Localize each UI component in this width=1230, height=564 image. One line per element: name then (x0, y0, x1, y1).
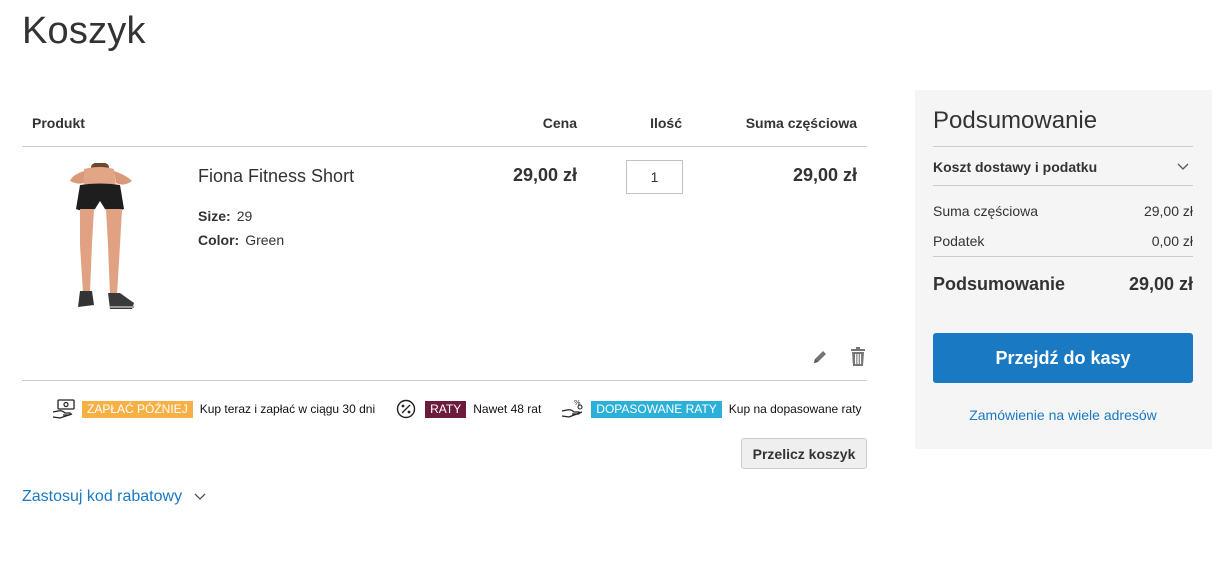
cart-table: Produkt Cena Ilość Suma częściowa Fiona … (22, 100, 867, 381)
cart-table-header: Produkt Cena Ilość Suma częściowa (22, 100, 867, 147)
chevron-down-icon (194, 493, 206, 500)
header-product: Produkt (32, 115, 85, 131)
summary-title: Podsumowanie (933, 107, 1098, 134)
option-value: Green (245, 232, 285, 248)
svg-text:%: % (574, 399, 581, 407)
apply-discount-link[interactable]: Zastosuj kod rabatowy (22, 488, 206, 506)
cart-item: Fiona Fitness Short Size: 29 Color: Green … (22, 147, 867, 381)
page-title: Koszyk (22, 10, 146, 52)
header-subtotal: Suma częściowa (745, 115, 857, 131)
shipping-tax-toggle[interactable]: Koszt dostawy i podatku (933, 146, 1193, 186)
summary-subtotal-row: Suma częściowa 29,00 zł (933, 203, 1193, 219)
summary-total-row: Podsumowanie 29,00 zł (933, 274, 1193, 295)
option-value: 29 (236, 208, 253, 224)
summary-subtotal-value: 29,00 zł (1143, 203, 1193, 219)
product-option-color: Color: Green (198, 232, 284, 248)
quantity-input[interactable] (626, 160, 683, 194)
multi-address-checkout-link[interactable]: Zamówienie na wiele adresów (933, 407, 1193, 423)
percent-icon (396, 399, 416, 419)
shipping-tax-label: Koszt dostawy i podatku (933, 159, 1098, 175)
discount-link-label[interactable]: Zastosuj kod rabatowy (22, 488, 182, 506)
fitted-installments-text: Kup na dopasowane raty (728, 402, 862, 416)
summary-divider (933, 256, 1193, 257)
product-name[interactable]: Fiona Fitness Short (198, 166, 354, 187)
raty-badge: RATY (425, 400, 467, 418)
summary-tax-value: 0,00 zł (1151, 233, 1193, 249)
option-label: Size: (198, 208, 231, 224)
summary-tax-label: Podatek (933, 233, 985, 249)
product-image[interactable] (50, 163, 154, 321)
checkout-button[interactable]: Przejdź do kasy (933, 333, 1193, 383)
hand-coins-icon: % (562, 399, 583, 418)
item-price: 29,00 zł (512, 165, 577, 185)
header-qty: Ilość (650, 115, 682, 131)
pay-later-badge: ZAPŁAĆ PÓŹNIEJ (82, 400, 193, 418)
raty-text: Nawet 48 rat (473, 402, 542, 416)
product-option-size: Size: 29 (198, 208, 252, 224)
summary-total-value: 29,00 zł (1128, 274, 1193, 294)
update-cart-button[interactable]: Przelicz koszyk (741, 438, 867, 469)
header-price: Cena (542, 115, 577, 131)
trash-icon[interactable] (850, 347, 866, 366)
fitted-installments-badge: DOPASOWANE RATY (591, 400, 722, 418)
item-subtotal: 29,00 zł (792, 165, 857, 185)
summary-total-label: Podsumowanie (933, 274, 1066, 294)
summary-subtotal-label: Suma częściowa (933, 203, 1039, 219)
edit-icon[interactable] (811, 348, 829, 366)
option-label: Color: (198, 232, 240, 248)
money-hand-icon (52, 399, 75, 419)
order-summary: Podsumowanie Koszt dostawy i podatku Sum… (915, 90, 1212, 449)
summary-tax-row: Podatek 0,00 zł (933, 233, 1193, 249)
chevron-down-icon (1177, 163, 1189, 170)
payment-options-banner: ZAPŁAĆ PÓŹNIEJ Kup teraz i zapłać w ciąg… (52, 398, 862, 420)
pay-later-text: Kup teraz i zapłać w ciągu 30 dni (199, 402, 376, 416)
